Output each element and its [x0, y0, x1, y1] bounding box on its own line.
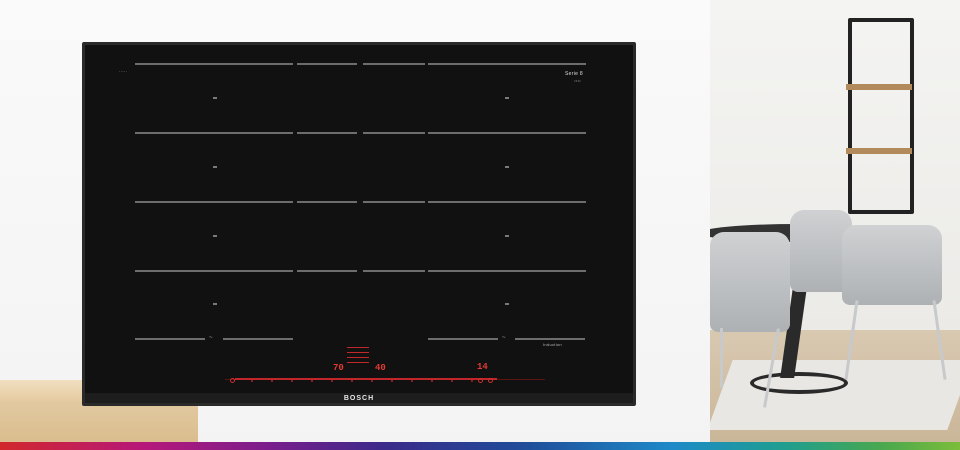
- induction-label: Induction: [543, 342, 562, 347]
- level-indicator: [347, 347, 369, 348]
- power-button-icon[interactable]: [230, 378, 235, 383]
- level-indicator: [347, 357, 369, 358]
- slider-step[interactable]: [271, 380, 273, 382]
- slider-step[interactable]: [451, 380, 453, 382]
- zone-divider: [363, 63, 425, 65]
- zone-divider: [428, 338, 498, 340]
- zone-divider: [135, 338, 205, 340]
- zone-divider: [135, 132, 293, 134]
- lock-button-icon[interactable]: [488, 378, 493, 383]
- slider-step[interactable]: [471, 380, 473, 382]
- induction-hob: ····· Serie 8 •••• ~ ~ Induction 70 40 1…: [82, 42, 636, 406]
- dining-room-scene: [710, 0, 960, 450]
- chair-right: [842, 225, 942, 305]
- slider-step[interactable]: [431, 380, 433, 382]
- zone-divider: [428, 132, 586, 134]
- zone-marker: [505, 235, 509, 237]
- chair-leg: [720, 328, 723, 388]
- zone-divider: [428, 270, 586, 272]
- level-indicator: [347, 362, 369, 363]
- timer-display-mid: 40: [375, 363, 386, 373]
- zone-divider: [428, 201, 586, 203]
- zone-divider: [297, 132, 357, 134]
- zone-marker: [213, 97, 217, 99]
- zone-marker: [213, 235, 217, 237]
- slider-step[interactable]: [411, 380, 413, 382]
- table-base: [750, 372, 848, 394]
- rug: [710, 360, 960, 430]
- shelf-lower: [846, 148, 912, 154]
- slider-step[interactable]: [391, 380, 393, 382]
- zone-divider: [297, 270, 357, 272]
- zone-divider: [363, 132, 425, 134]
- zone-marker: [505, 97, 509, 99]
- zone-divider: [428, 63, 586, 65]
- zone-divider: [135, 63, 293, 65]
- zone-marker: [505, 303, 509, 305]
- flex-zone-icon: ~: [209, 335, 213, 341]
- slider-step[interactable]: [331, 380, 333, 382]
- bosch-logo: BOSCH: [343, 395, 375, 402]
- slider-step[interactable]: [251, 380, 253, 382]
- wall-shelf-frame: [848, 18, 914, 214]
- zone-marker: [213, 303, 217, 305]
- model-label: ·····: [119, 69, 128, 74]
- timer-display-right: 14: [477, 362, 488, 372]
- zone-divider: [135, 270, 293, 272]
- power-slider[interactable]: [235, 378, 497, 380]
- zone-divider: [223, 338, 293, 340]
- slider-step[interactable]: [351, 380, 353, 382]
- serie-label: Serie 8: [565, 71, 583, 77]
- perfect-cook-label: ••••: [574, 78, 581, 83]
- shelf-upper: [846, 84, 912, 90]
- zone-divider: [363, 201, 425, 203]
- zone-divider: [297, 201, 357, 203]
- timer-display-left: 70: [333, 363, 344, 373]
- brand-color-stripe: [0, 442, 960, 450]
- slider-step[interactable]: [371, 380, 373, 382]
- flex-zone-icon: ~: [502, 335, 506, 341]
- zone-divider: [515, 338, 585, 340]
- timer-button-icon[interactable]: [478, 378, 483, 383]
- zone-divider: [297, 63, 357, 65]
- slider-step[interactable]: [311, 380, 313, 382]
- level-indicator: [347, 352, 369, 353]
- zone-divider: [135, 201, 293, 203]
- chair-left: [710, 232, 790, 332]
- slider-step[interactable]: [291, 380, 293, 382]
- zone-divider: [363, 270, 425, 272]
- zone-marker: [213, 166, 217, 168]
- zone-marker: [505, 166, 509, 168]
